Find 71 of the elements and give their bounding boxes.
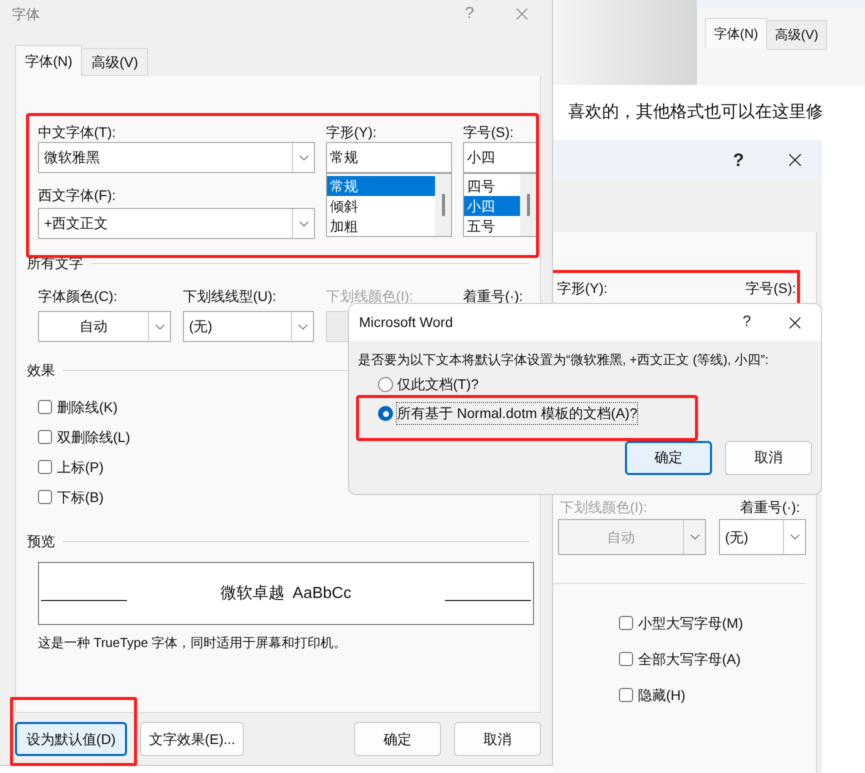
dropdown-value: 自动 bbox=[606, 528, 636, 546]
field-label: 着重号(·): bbox=[740, 498, 800, 517]
checkbox[interactable] bbox=[38, 430, 52, 444]
list-item[interactable]: 加粗 bbox=[327, 216, 435, 236]
dropdown-value: (无) bbox=[188, 317, 214, 336]
dialog-message: 是否要为以下文本将默认字体设置为“微软雅黑, +西文正文 (等线), 小四”: bbox=[358, 351, 770, 369]
dialog-button[interactable]: 文字效果(E)... bbox=[140, 722, 244, 756]
dropdown[interactable]: (无) bbox=[719, 519, 806, 555]
text-field[interactable]: 小四 bbox=[463, 142, 537, 173]
preview-text: 微软卓越 bbox=[220, 584, 285, 604]
field-label: 中文字体(T): bbox=[38, 123, 117, 142]
document-text: 喜欢的，其他格式也可以在这里修 bbox=[568, 101, 823, 123]
dropdown-value: +西文正文 bbox=[43, 214, 110, 233]
section-title: 预览 bbox=[27, 532, 55, 551]
dropdown[interactable]: +西文正文 bbox=[38, 208, 315, 239]
checkbox-label: 删除线(K) bbox=[57, 398, 118, 417]
list-item[interactable]: 小四 bbox=[464, 196, 520, 216]
section-title: 效果 bbox=[27, 361, 55, 380]
scrollbar[interactable] bbox=[520, 174, 536, 236]
checkbox-label: 全部大写字母(A) bbox=[638, 650, 741, 669]
dialog-button[interactable]: 设为默认值(D) bbox=[15, 722, 127, 756]
field-label: 字体颜色(C): bbox=[38, 287, 118, 306]
checkbox-label: 上标(P) bbox=[57, 458, 104, 477]
dropdown[interactable]: (无) bbox=[183, 311, 314, 342]
text-field[interactable]: 常规 bbox=[326, 142, 452, 173]
checkbox[interactable] bbox=[619, 652, 633, 666]
field-label: 字号(S): bbox=[463, 123, 515, 142]
dialog-button[interactable]: 取消 bbox=[725, 440, 812, 474]
checkbox-label: 双删除线(L) bbox=[57, 428, 130, 447]
checkbox-label: 小型大写字母(M) bbox=[638, 614, 743, 633]
tab[interactable]: 字体(N) bbox=[15, 45, 82, 76]
list-item[interactable]: 五号 bbox=[464, 216, 520, 236]
field-label: 下划线线型(U): bbox=[183, 287, 278, 306]
dialog-button[interactable]: 确定 bbox=[354, 722, 441, 756]
radio-button[interactable] bbox=[378, 377, 393, 392]
radio-label: 仅此文档(T)? bbox=[397, 375, 479, 394]
scrollbar[interactable] bbox=[435, 174, 451, 236]
checkbox[interactable] bbox=[38, 460, 52, 474]
dropdown-value: 微软雅黑 bbox=[43, 148, 101, 167]
dropdown[interactable]: 自动 bbox=[38, 311, 171, 342]
checkbox[interactable] bbox=[38, 490, 52, 504]
list-item[interactable]: 四号 bbox=[464, 176, 520, 196]
radio-button[interactable] bbox=[378, 406, 393, 421]
checkbox-label: 下标(B) bbox=[57, 488, 104, 507]
window-title: Microsoft Word bbox=[359, 313, 454, 332]
tab[interactable]: 高级(V) bbox=[82, 48, 148, 76]
radio-label: 所有基于 Normal.dotm 模板的文档(A)? bbox=[397, 403, 638, 424]
field-label: 下划线颜色(I): bbox=[560, 498, 648, 517]
field-label: 字形(Y): bbox=[557, 279, 608, 298]
help-button[interactable]: ? bbox=[742, 311, 751, 334]
checkbox[interactable] bbox=[619, 616, 633, 630]
checkbox[interactable] bbox=[619, 688, 633, 702]
checkbox-label: 隐藏(H) bbox=[638, 686, 686, 705]
preview-text: AaBbCc bbox=[292, 584, 352, 604]
font-description: 这是一种 TrueType 字体，同时适用于屏幕和打印机。 bbox=[38, 634, 348, 652]
field-label: 字形(Y): bbox=[326, 123, 378, 142]
dropdown[interactable]: 微软雅黑 bbox=[38, 142, 315, 173]
dropdown-value: (无) bbox=[724, 528, 750, 547]
field-label: 西文字体(F): bbox=[38, 186, 117, 205]
list-item[interactable]: 倾斜 bbox=[327, 196, 435, 216]
dropdown-value: 自动 bbox=[78, 317, 108, 336]
tab[interactable]: 高级(V) bbox=[767, 20, 828, 50]
help-button[interactable]: ? bbox=[733, 146, 744, 174]
list-item[interactable]: 常规 bbox=[327, 176, 435, 196]
dialog-button[interactable]: 取消 bbox=[454, 722, 541, 756]
field-label: 字号(S): bbox=[745, 279, 796, 298]
field-label: 下划线颜色(I): bbox=[326, 287, 414, 306]
dialog-button[interactable]: 确定 bbox=[625, 440, 712, 474]
window-title: 字体 bbox=[12, 4, 41, 24]
tab[interactable]: 字体(N) bbox=[705, 18, 768, 48]
checkbox[interactable] bbox=[38, 400, 52, 414]
